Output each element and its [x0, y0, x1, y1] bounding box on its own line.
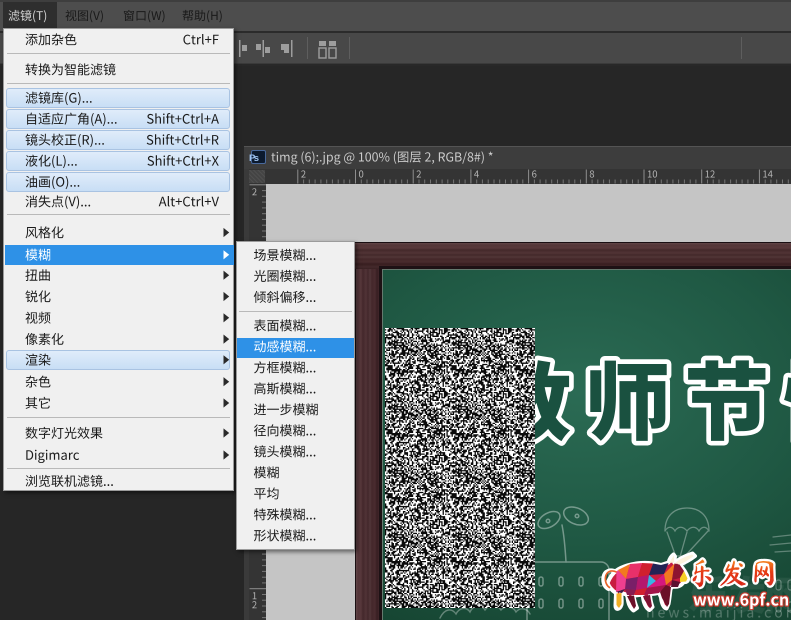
svg-text:Ps: Ps — [249, 153, 259, 164]
